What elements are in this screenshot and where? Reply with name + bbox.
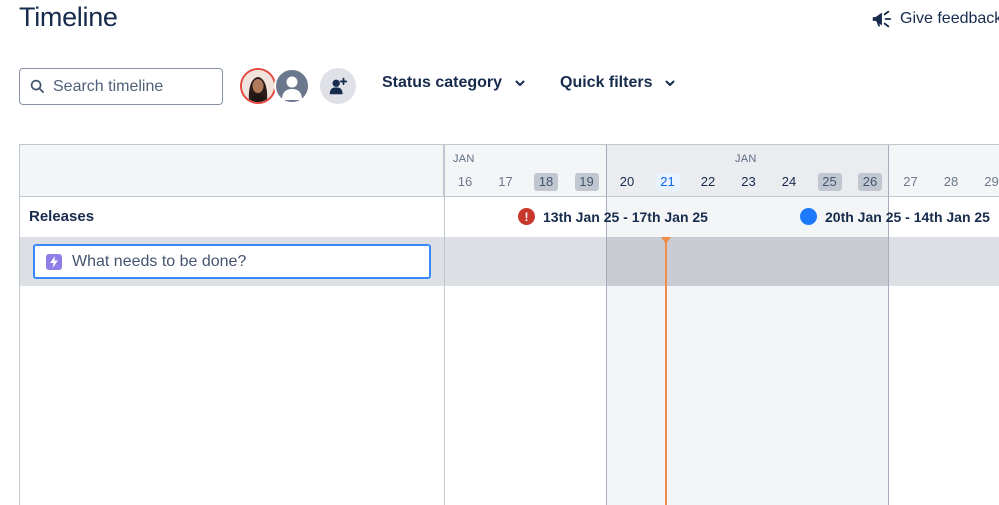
search-timeline-field[interactable] [19, 68, 223, 105]
epic-lightning-icon [46, 253, 62, 270]
quick-filters-dropdown[interactable]: Quick filters [560, 74, 676, 92]
day-label: 18 [534, 173, 558, 191]
give-feedback-button[interactable]: Give feedback [870, 8, 999, 30]
create-row-sprint-band [606, 237, 889, 286]
add-person-icon [329, 77, 348, 95]
search-icon [30, 79, 44, 93]
day-label: 26 [858, 173, 882, 191]
chevron-down-icon [515, 80, 525, 86]
month-label: JAN [453, 153, 475, 165]
day-label: 16 [457, 174, 473, 189]
quick-filters-label: Quick filters [560, 74, 653, 91]
error-icon: ! [518, 208, 535, 225]
day-label: 27 [903, 174, 918, 189]
give-feedback-label: Give feedback [900, 10, 999, 27]
user-avatar[interactable] [240, 68, 276, 104]
timeline-header-left [20, 145, 444, 197]
day-label: 17 [498, 174, 513, 189]
add-people-button[interactable] [320, 68, 356, 104]
day-label: 25 [817, 173, 842, 191]
timeline-grid: JAN JAN 16 17 18 19 20 21 22 23 24 25 26 27 28 29 Rel… [19, 144, 999, 505]
day-label: 24 [781, 174, 797, 189]
release-marker[interactable]: ! 13th Jan 25 - 17th Jan 25 [518, 208, 708, 225]
unassigned-avatar[interactable] [274, 68, 310, 104]
create-issue-field[interactable] [33, 244, 431, 279]
create-issue-input[interactable] [72, 252, 412, 271]
release-marker[interactable]: 20th Jan 25 - 14th Jan 25 [800, 208, 990, 225]
day-label: 23 [741, 174, 756, 189]
search-input[interactable] [53, 77, 213, 96]
releases-label: Releases [29, 208, 95, 225]
today-line [665, 239, 667, 505]
day-label: 28 [943, 174, 959, 189]
person-icon [282, 76, 302, 100]
megaphone-icon [872, 10, 892, 28]
day-label: 19 [574, 173, 599, 191]
chevron-down-icon [665, 80, 675, 86]
status-category-dropdown[interactable]: Status category [382, 74, 526, 92]
day-label: 22 [700, 174, 716, 189]
day-label-today: 21 [655, 173, 680, 191]
user-photo-avatar-icon [242, 70, 274, 102]
release-label: 20th Jan 25 - 14th Jan 25 [825, 208, 990, 225]
month-label: JAN [735, 153, 757, 165]
release-dot-icon [800, 208, 817, 225]
release-label: 13th Jan 25 - 17th Jan 25 [543, 208, 708, 225]
status-category-label: Status category [382, 74, 503, 91]
day-label: 29 [984, 174, 999, 189]
timeline-divider [444, 145, 445, 505]
current-sprint-band [606, 145, 889, 505]
day-label: 20 [619, 174, 635, 189]
page-title: Timeline [19, 2, 118, 32]
